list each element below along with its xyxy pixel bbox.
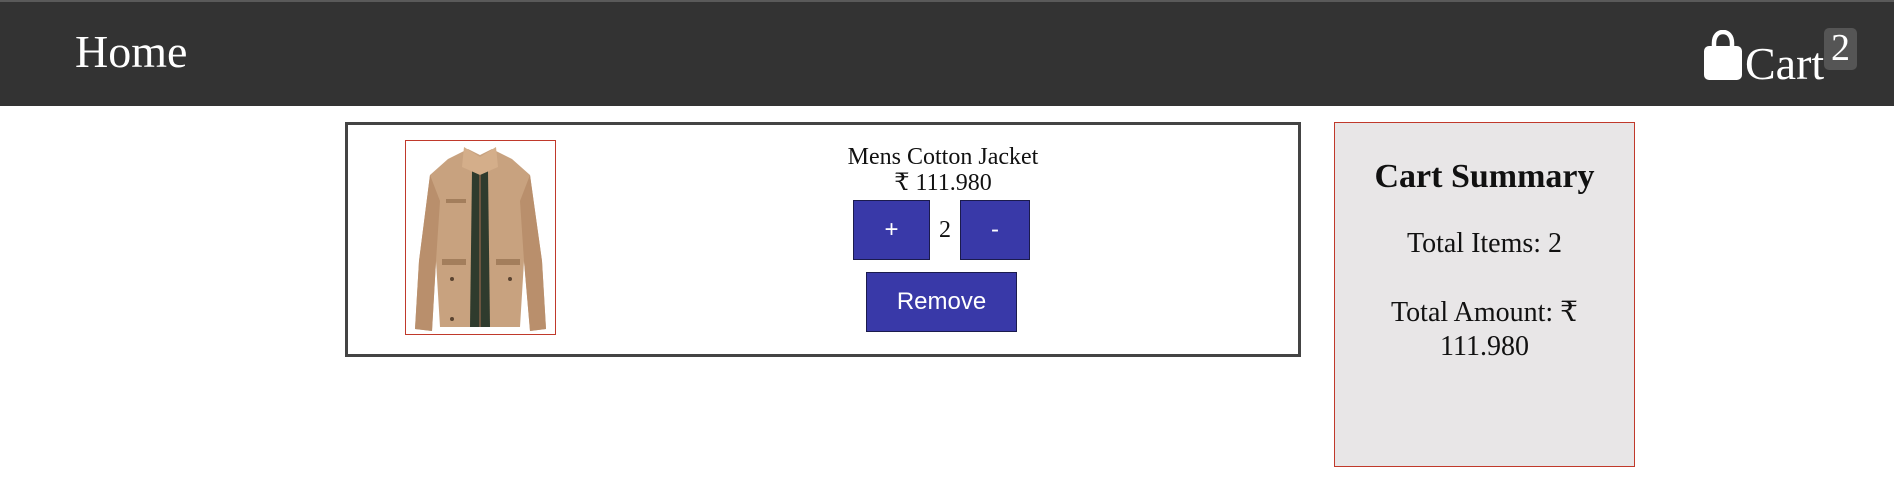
- remove-item-button[interactable]: Remove: [866, 272, 1017, 332]
- cart-item-card: Mens Cotton Jacket ₹ 111.980 + 2 - Remov…: [345, 122, 1301, 357]
- navbar: Home Cart 2: [0, 2, 1894, 106]
- nav-home-link[interactable]: Home: [75, 24, 187, 80]
- cart-link[interactable]: Cart: [1745, 36, 1824, 92]
- cart-summary-title: Cart Summary: [1374, 158, 1595, 195]
- decrement-quantity-button[interactable]: -: [960, 200, 1030, 260]
- increment-quantity-button[interactable]: +: [853, 200, 930, 260]
- total-amount-text: Total Amount: ₹ 111.980: [1391, 297, 1578, 362]
- cart-summary-panel: Cart Summary Total Items: 2 Total Amount…: [1334, 122, 1635, 467]
- quantity-value: 2: [939, 217, 951, 243]
- cart-count-badge: 2: [1824, 28, 1857, 70]
- total-items-text: Total Items: 2: [1406, 228, 1563, 259]
- shopping-bag-icon[interactable]: [1702, 30, 1744, 82]
